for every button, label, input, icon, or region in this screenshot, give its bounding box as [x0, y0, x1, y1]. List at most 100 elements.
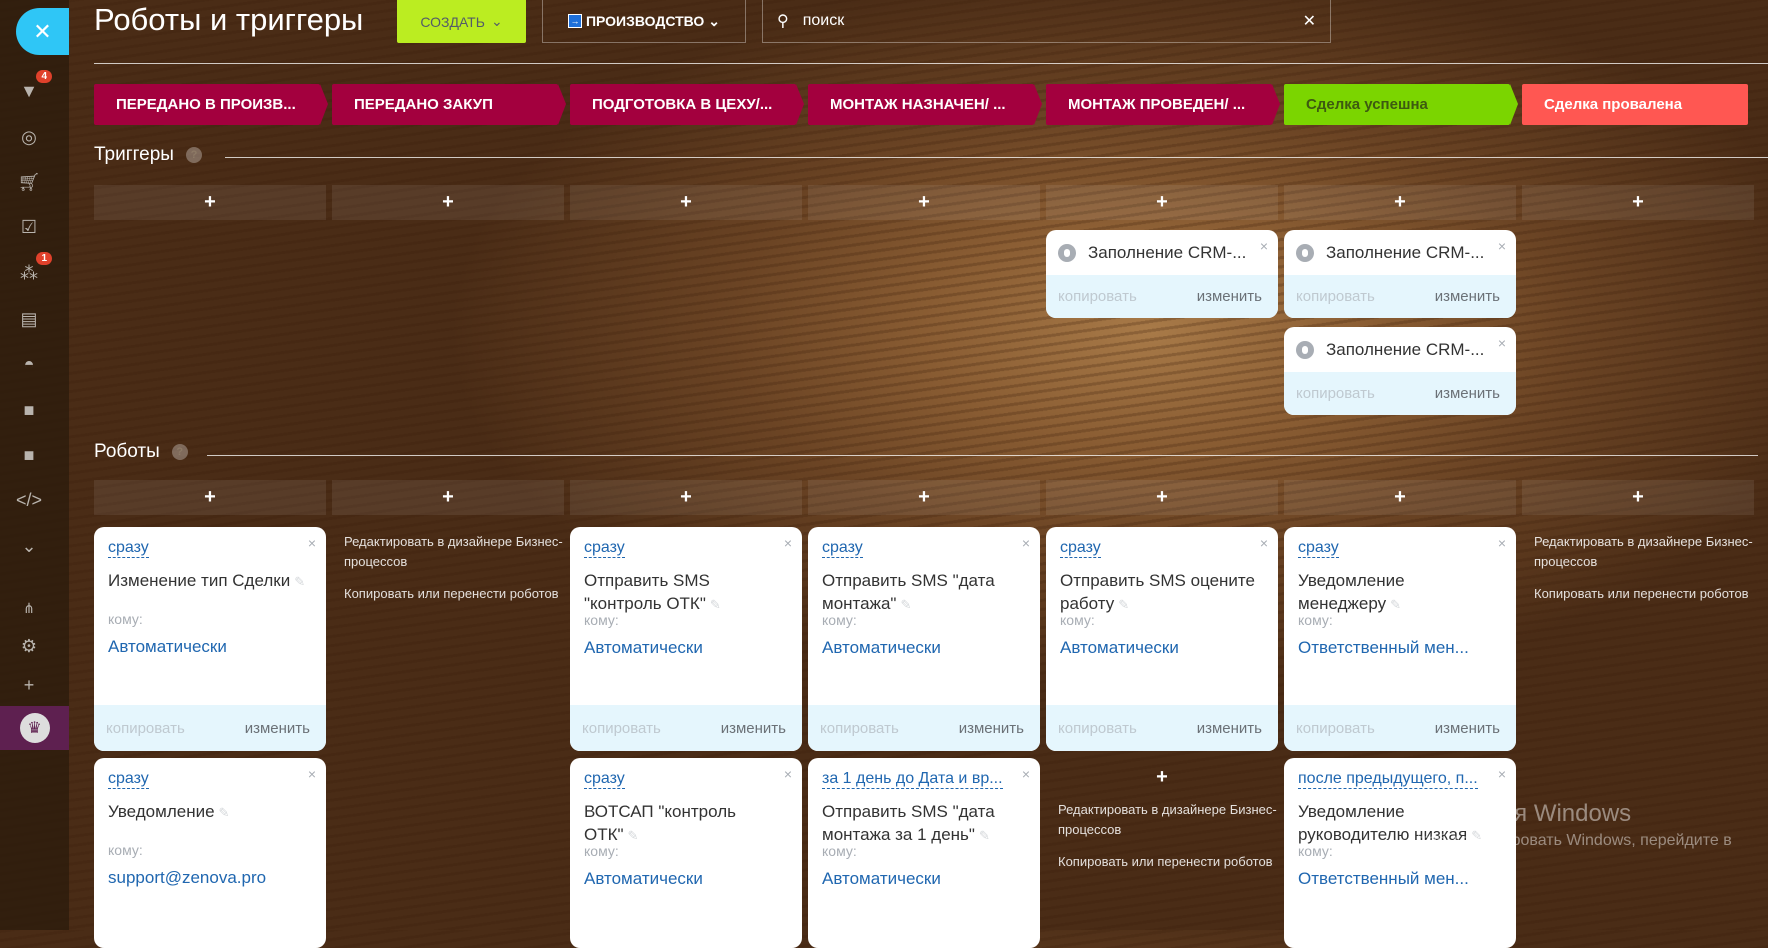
cart-icon[interactable]: 🛒︎	[16, 169, 42, 195]
add-robot-button[interactable]: +	[94, 480, 326, 515]
pencil-icon[interactable]: ✎	[900, 597, 911, 612]
add-trigger-button[interactable]: +	[1284, 185, 1516, 220]
robot-card[interactable]: сразу × Отправить SMS "контроль ОТК" ✎ кому:…	[570, 527, 802, 751]
close-slider-button[interactable]: ✕	[16, 8, 69, 55]
add-robot-button[interactable]: +	[1284, 480, 1516, 515]
robot-delay-link[interactable]: сразу	[822, 539, 863, 558]
robot-card[interactable]: за 1 день до Дата и вр... × Отправить SMS …	[808, 758, 1040, 948]
add-trigger-button[interactable]: +	[1522, 185, 1754, 220]
robot-recipient[interactable]: Ответственный мен...	[1298, 638, 1502, 658]
pencil-icon[interactable]: ✎	[628, 828, 639, 843]
copy-button[interactable]: копировать	[582, 720, 661, 737]
add-trigger-button[interactable]: +	[808, 185, 1040, 220]
network-icon[interactable]: ⁂ 1	[16, 252, 52, 286]
trigger-card[interactable]: Заполнение CRM-... × копировать изменить	[1284, 230, 1516, 318]
copy-button[interactable]: копировать	[1296, 288, 1375, 305]
delete-robot-icon[interactable]: ×	[784, 535, 792, 551]
stage-3[interactable]: ПОДГОТОВКА В ЦЕХУ/...	[570, 84, 804, 125]
pencil-icon[interactable]: ✎	[294, 574, 305, 589]
edit-button[interactable]: изменить	[245, 720, 310, 737]
trigger-card[interactable]: Заполнение CRM-... × копировать изменить	[1284, 327, 1516, 415]
edit-in-designer-link[interactable]: Редактировать в дизайнере Бизнес-процесс…	[1534, 532, 1754, 572]
create-button[interactable]: СОЗДАТЬ ⌄	[397, 0, 526, 43]
code-icon[interactable]: </>	[16, 487, 42, 513]
edit-button[interactable]: изменить	[721, 720, 786, 737]
stage-5[interactable]: МОНТАЖ ПРОВЕДЕН/ ...	[1046, 84, 1280, 125]
delete-robot-icon[interactable]: ×	[784, 766, 792, 782]
pencil-icon[interactable]: ✎	[710, 597, 721, 612]
stage-4[interactable]: МОНТАЖ НАЗНАЧЕН/ ...	[808, 84, 1042, 125]
clear-search-icon[interactable]: ✕	[1303, 11, 1316, 31]
robot-card[interactable]: сразу × Уведомление ✎ кому: support@zenova.pr…	[94, 758, 326, 948]
add-trigger-button[interactable]: +	[570, 185, 802, 220]
robot-recipient[interactable]: Автоматически	[584, 869, 788, 889]
help-icon[interactable]: ?	[171, 444, 188, 460]
copy-button[interactable]: копировать	[1058, 288, 1137, 305]
delete-robot-icon[interactable]: ×	[308, 535, 316, 551]
target-icon[interactable]: ◎	[16, 124, 42, 150]
stage-7[interactable]: Сделка провалена	[1522, 84, 1748, 125]
contact-card-icon[interactable]: ▤	[16, 306, 42, 332]
checkbox-icon[interactable]: ☑	[16, 214, 42, 240]
add-robot-button[interactable]: +	[808, 480, 1040, 515]
delete-robot-icon[interactable]: ×	[1022, 535, 1030, 551]
edit-button[interactable]: изменить	[1435, 385, 1500, 402]
search-input[interactable]	[802, 12, 1303, 30]
robot-delay-link[interactable]: сразу	[584, 539, 625, 558]
robot-recipient[interactable]: Автоматически	[822, 869, 1026, 889]
copy-button[interactable]: копировать	[1296, 720, 1375, 737]
robot-card[interactable]: сразу × Уведомление менеджеру ✎ кому: Ответст…	[1284, 527, 1516, 751]
help-icon[interactable]: ?	[185, 147, 202, 163]
delete-robot-icon[interactable]: ×	[1498, 535, 1506, 551]
add-trigger-button[interactable]: +	[1046, 185, 1278, 220]
category-dropdown[interactable]: → ПРОИЗВОДСТВО ⌄	[542, 0, 746, 43]
robot-delay-link[interactable]: сразу	[108, 539, 149, 558]
add-robot-button[interactable]: +	[1046, 760, 1278, 795]
pencil-icon[interactable]: ✎	[1118, 597, 1129, 612]
copy-move-robots-link[interactable]: Копировать или перенести роботов	[1534, 584, 1754, 604]
delete-robot-icon[interactable]: ×	[1498, 766, 1506, 782]
robot-icon[interactable]: ◓	[16, 351, 42, 377]
delete-robot-icon[interactable]: ×	[308, 766, 316, 782]
robot-recipient[interactable]: support@zenova.pro	[108, 868, 312, 888]
robot-card[interactable]: сразу × Отправить SMS оцените работу ✎ кому:…	[1046, 527, 1278, 751]
robot-delay-link[interactable]: сразу	[1298, 539, 1339, 558]
add-robot-button[interactable]: +	[1046, 480, 1278, 515]
pencil-icon[interactable]: ✎	[219, 805, 230, 820]
structure-icon[interactable]: ⋔	[16, 595, 42, 621]
edit-button[interactable]: изменить	[1197, 720, 1262, 737]
edit-in-designer-link[interactable]: Редактировать в дизайнере Бизнес-процесс…	[1058, 800, 1278, 840]
pencil-icon[interactable]: ✎	[979, 828, 990, 843]
robot-card[interactable]: сразу × Изменение тип Сделки ✎ кому: Автомати…	[94, 527, 326, 751]
delete-trigger-icon[interactable]: ×	[1498, 238, 1506, 254]
robot-recipient[interactable]: Автоматически	[584, 638, 788, 658]
box-icon[interactable]: ■	[16, 442, 42, 468]
copy-button[interactable]: копировать	[1296, 385, 1375, 402]
edit-button[interactable]: изменить	[1197, 288, 1262, 305]
robot-delay-link[interactable]: сразу	[584, 770, 625, 789]
trigger-card[interactable]: Заполнение CRM-... × копировать изменить	[1046, 230, 1278, 318]
pencil-icon[interactable]: ✎	[1390, 597, 1401, 612]
upgrade-button[interactable]: ♛	[0, 706, 69, 750]
robot-card[interactable]: сразу × Отправить SMS "дата монтажа" ✎ кому:…	[808, 527, 1040, 751]
copy-button[interactable]: копировать	[820, 720, 899, 737]
robot-card[interactable]: сразу × ВОТСАП "контроль ОТК" ✎ кому: Автомат…	[570, 758, 802, 948]
robot-recipient[interactable]: Автоматически	[822, 638, 1026, 658]
funnel-icon[interactable]: ▼ 4	[16, 70, 52, 104]
edit-button[interactable]: изменить	[1435, 720, 1500, 737]
box-icon[interactable]: ■	[16, 397, 42, 423]
chevron-down-circle-icon[interactable]: ⌄	[16, 533, 42, 559]
stage-6[interactable]: Сделка успешна	[1284, 84, 1518, 125]
edit-button[interactable]: изменить	[1435, 288, 1500, 305]
gear-icon[interactable]: ⚙	[16, 633, 42, 659]
robot-delay-link[interactable]: за 1 день до Дата и вр...	[822, 770, 1003, 789]
robot-recipient[interactable]: Автоматически	[1060, 638, 1264, 658]
add-trigger-button[interactable]: +	[332, 185, 564, 220]
delete-robot-icon[interactable]: ×	[1022, 766, 1030, 782]
copy-button[interactable]: копировать	[106, 720, 185, 737]
robot-recipient[interactable]: Автоматически	[108, 637, 312, 657]
copy-move-robots-link[interactable]: Копировать или перенести роботов	[1058, 852, 1278, 872]
edit-in-designer-link[interactable]: Редактировать в дизайнере Бизнес-процесс…	[344, 532, 564, 572]
edit-button[interactable]: изменить	[959, 720, 1024, 737]
stage-2[interactable]: ПЕРЕДАНО ЗАКУП	[332, 84, 566, 125]
